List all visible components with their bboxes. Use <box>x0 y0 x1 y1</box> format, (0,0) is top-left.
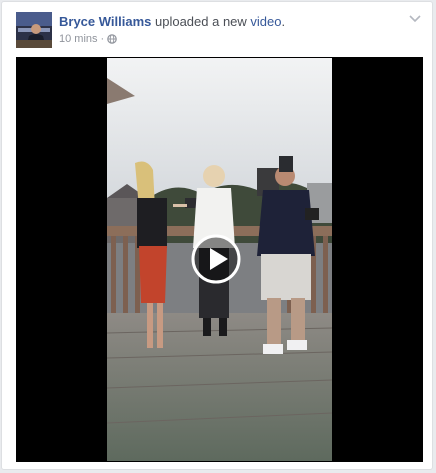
actor-name-link[interactable]: Bryce Williams <box>59 14 151 29</box>
header-period: . <box>281 14 286 29</box>
video-link[interactable]: video <box>250 14 281 29</box>
meta-separator: · <box>100 33 105 45</box>
post-meta: 10 mins · <box>59 33 118 45</box>
video-player[interactable] <box>16 57 423 462</box>
timestamp-link[interactable]: 10 mins <box>59 33 98 45</box>
play-icon[interactable] <box>191 234 241 284</box>
avatar[interactable] <box>16 12 52 48</box>
post-header: Bryce Williams uploaded a new video. <box>59 14 285 29</box>
globe-icon <box>107 34 118 44</box>
avatar-image <box>16 12 52 48</box>
chevron-down-icon[interactable] <box>408 14 422 24</box>
action-text: uploaded a new <box>151 14 251 29</box>
video-thumbnail[interactable] <box>107 58 332 461</box>
feed-post: Bryce Williams uploaded a new video. 10 … <box>1 1 433 470</box>
